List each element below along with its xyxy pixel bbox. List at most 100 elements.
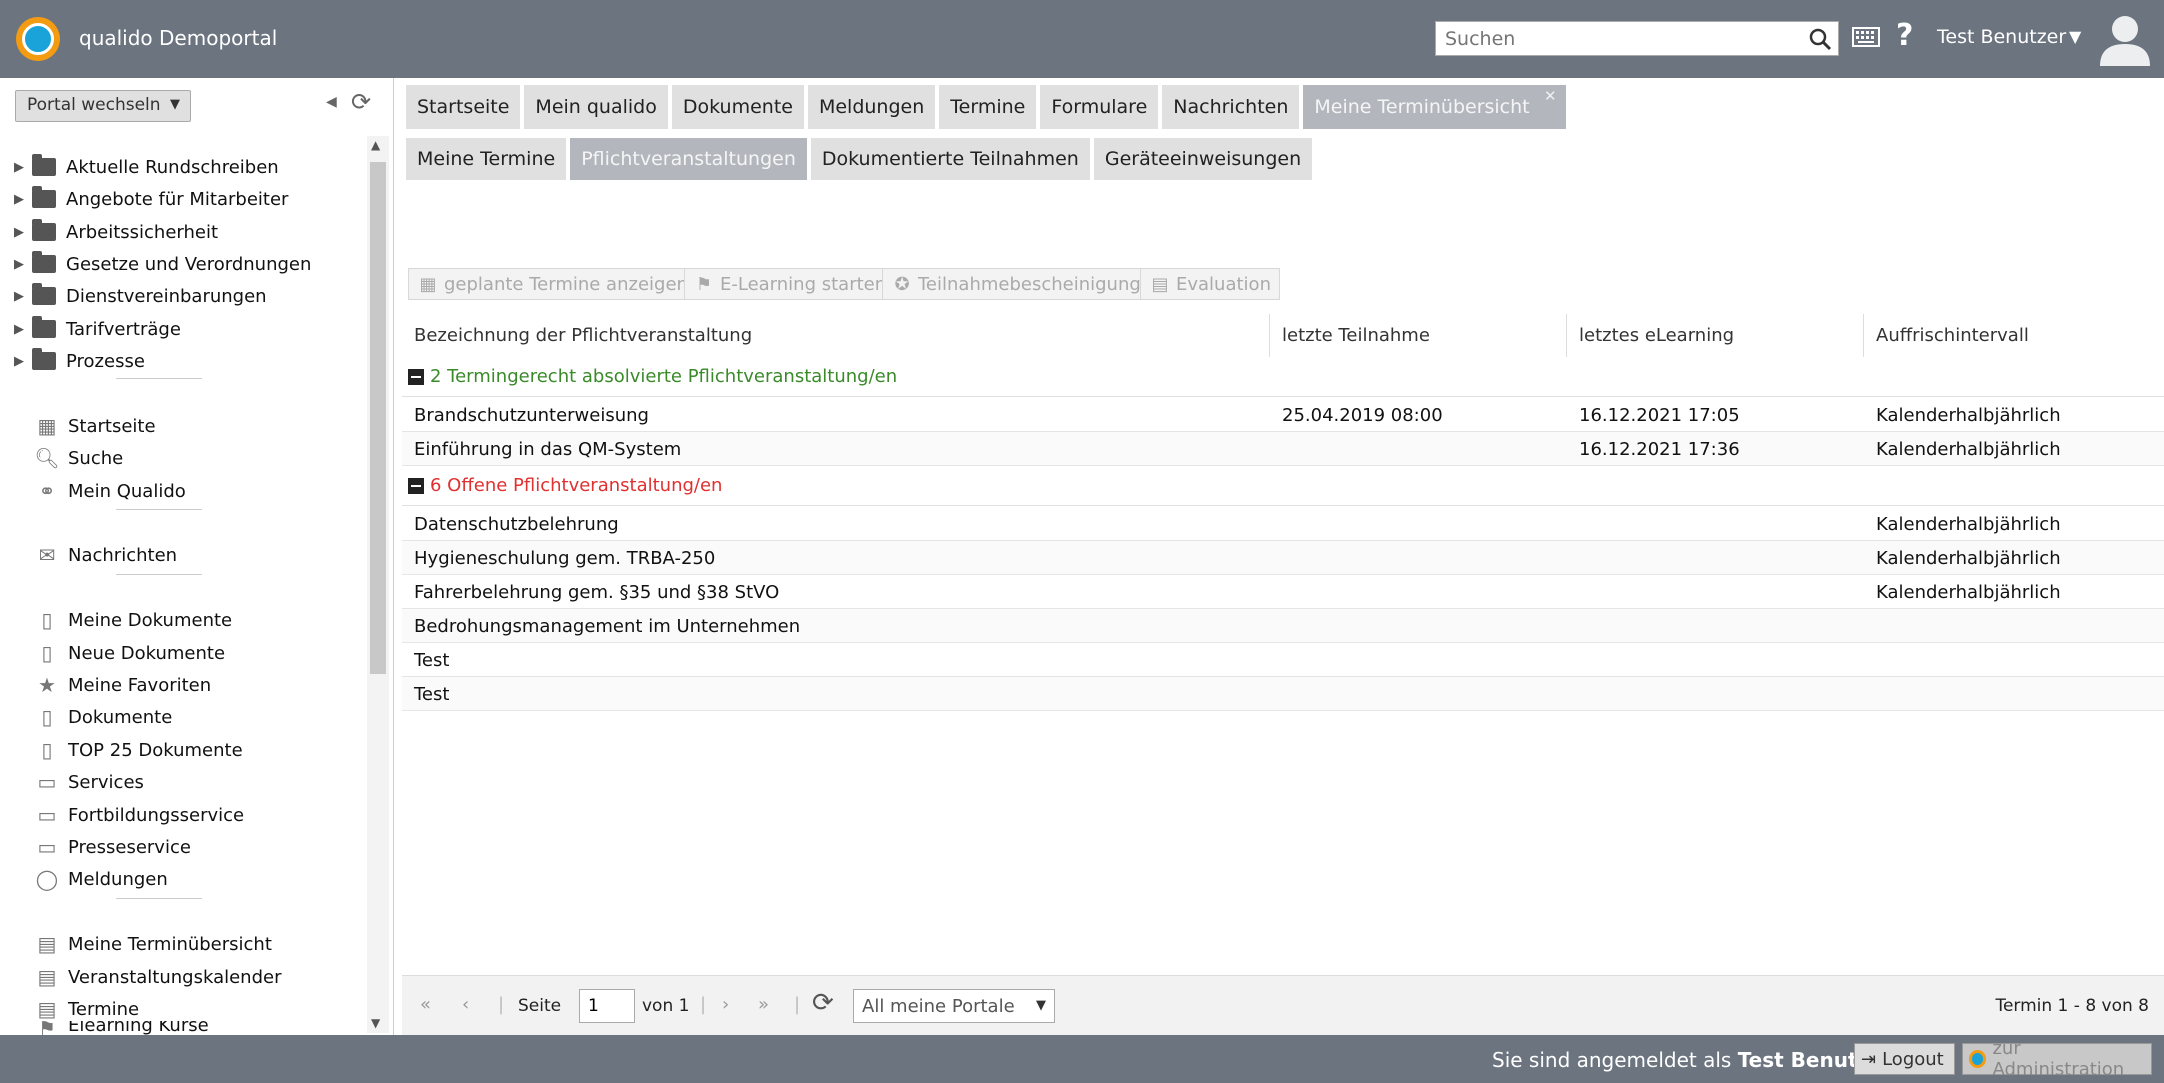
tab-termine[interactable]: Termine [939, 85, 1037, 129]
prev-page-icon[interactable]: ‹ [462, 994, 469, 1015]
table-row[interactable]: Datenschutzbelehrung Kalenderhalbjährlic… [402, 507, 2164, 541]
collapse-left-icon[interactable]: ◀ [326, 94, 337, 110]
collapse-group-icon[interactable] [408, 368, 424, 385]
sidebar-scrollbar[interactable]: ▲ ▼ [367, 136, 389, 1033]
sidebar-item-top25[interactable]: ▯ TOP 25 Dokumente [34, 735, 242, 765]
table-row[interactable]: Bedrohungsmanagement im Unternehmen [402, 609, 2164, 643]
calendar-icon: ▦ [419, 273, 437, 295]
sidebar-item-meldungen[interactable]: ◯ Meldungen [34, 864, 168, 894]
column-header[interactable]: Bezeichnung der Pflichtveranstaltung [402, 314, 1270, 357]
search-input[interactable] [1436, 22, 1806, 55]
sidebar-item-elearning[interactable]: ⚑ Elearning Kurse [34, 1021, 209, 1035]
sidebar-item-services[interactable]: ▭ Services [34, 767, 144, 797]
sidebar-item-termine[interactable]: ▤ Termine [34, 994, 140, 1024]
tab-meine-termine[interactable]: Meine Termine [406, 138, 567, 180]
scroll-down-icon[interactable]: ▼ [371, 1016, 380, 1030]
portal-switch-button[interactable]: Portal wechseln ▼ [15, 90, 191, 122]
sidebar-folder[interactable]: ▶ Tarifverträge [14, 314, 181, 344]
tab-meldungen[interactable]: Meldungen [807, 85, 936, 129]
group-header[interactable]: 2 Termingerecht absolvierte Pflichtveran… [402, 357, 2164, 397]
sidebar-folder[interactable]: ▶ Arbeitssicherheit [14, 217, 218, 247]
page-label: Seite [518, 996, 562, 1016]
column-header[interactable]: Auffrischintervall [1864, 314, 2164, 357]
sidebar-folder[interactable]: ▶ Dienstvereinbarungen [14, 281, 267, 311]
first-page-icon[interactable]: « [420, 994, 431, 1015]
expand-arrow-icon[interactable]: ▶ [14, 354, 32, 369]
sidebar-folder[interactable]: ▶ Gesetze und Verordnungen [14, 249, 311, 279]
login-status: Sie sind angemeldet als Test Benutzer [1492, 1048, 1893, 1072]
sidebar-item-neue-dokumente[interactable]: ▯ Neue Dokumente [34, 638, 225, 668]
toolbar-row: ▦ geplante Termine anzeigen ⚑ E-Learning s… [402, 182, 2164, 308]
sidebar-item-fortbildungsservice[interactable]: ▭ Fortbildungsservice [34, 800, 245, 830]
collapse-group-icon[interactable] [408, 477, 424, 494]
folder-icon [32, 348, 56, 370]
scroll-up-icon[interactable]: ▲ [371, 138, 380, 152]
sidebar-item-meine-dokumente[interactable]: ▯ Meine Dokumente [34, 605, 232, 635]
last-page-icon[interactable]: » [758, 994, 769, 1015]
tab-mein-qualido[interactable]: Mein qualido [524, 85, 668, 129]
admin-button[interactable]: zur Administration [1962, 1038, 2152, 1080]
page-number-input[interactable] [579, 989, 635, 1023]
tab-startseite[interactable]: Startseite [406, 85, 521, 129]
search-box[interactable] [1435, 21, 1839, 56]
column-header[interactable]: letzte Teilnahme [1270, 314, 1567, 357]
column-header[interactable]: letztes eLearning [1567, 314, 1864, 357]
table-row[interactable]: Hygieneschulung gem. TRBA-250 Kalenderha… [402, 541, 2164, 575]
document-icon: ▯ [41, 608, 53, 632]
search-icon[interactable] [1808, 27, 1832, 51]
expand-arrow-icon[interactable]: ▶ [14, 160, 32, 175]
tab-dokumente[interactable]: Dokumente [671, 85, 804, 129]
sidebar-item-meine-terminuebersicht[interactable]: ▤ Meine Terminübersicht [34, 929, 272, 959]
sidebar-item-veranstaltungskalender[interactable]: ▤ Veranstaltungskalender [34, 962, 282, 992]
sidebar-item-presseservice[interactable]: ▭ Presseservice [34, 832, 191, 862]
sidebar-folder[interactable]: ▶ Prozesse [14, 346, 145, 376]
user-menu[interactable]: Test Benutzer [1937, 26, 2066, 48]
table-row[interactable]: Test [402, 643, 2164, 677]
chevron-down-icon[interactable]: ▼ [2069, 27, 2081, 46]
scrollbar-thumb[interactable] [370, 162, 386, 674]
tab-meine-terminuebersicht[interactable]: Meine Terminübersicht ✕ [1303, 85, 1566, 129]
sidebar-item-dokumente[interactable]: ▯ Dokumente [34, 702, 172, 732]
geplante-termine-button[interactable]: ▦ geplante Termine anzeigen [408, 268, 697, 300]
sidebar-folder[interactable]: ▶ Angebote für Mitarbeiter [14, 184, 288, 214]
sidebar-item-startseite[interactable]: ▦ Startseite [34, 411, 156, 441]
keyboard-icon[interactable] [1852, 26, 1880, 48]
refresh-icon[interactable]: ⟳ [351, 88, 371, 116]
evaluation-button[interactable]: ▤ Evaluation [1140, 268, 1280, 300]
tab-geraeteeinweisungen[interactable]: Geräteeinweisungen [1093, 138, 1313, 180]
sidebar-item-label: Meine Dokumente [68, 609, 233, 631]
tab-nachrichten[interactable]: Nachrichten [1162, 85, 1300, 129]
table-row[interactable]: Brandschutzunterweisung 25.04.2019 08:00… [402, 398, 2164, 432]
portal-select[interactable]: All meine Portale ▼ [853, 989, 1055, 1023]
tab-formulare[interactable]: Formulare [1040, 85, 1159, 129]
footer-bar: Sie sind angemeldet als Test Benutzer ⇥ L… [0, 1035, 2164, 1083]
group-header[interactable]: 6 Offene Pflichtveranstaltung/en [402, 466, 2164, 506]
expand-arrow-icon[interactable]: ▶ [14, 322, 32, 337]
elearning-start-button[interactable]: ⚑ E-Learning starten [684, 268, 896, 300]
expand-arrow-icon[interactable]: ▶ [14, 192, 32, 207]
table-row[interactable]: Fahrerbelehrung gem. §35 und §38 StVO Ka… [402, 575, 2164, 609]
logout-button[interactable]: ⇥ Logout [1854, 1043, 1955, 1075]
tab-dokumentierte-teilnahmen[interactable]: Dokumentierte Teilnahmen [810, 138, 1090, 180]
close-icon[interactable]: ✕ [1544, 87, 1557, 105]
sidebar-item-meine-favoriten[interactable]: ★ Meine Favoriten [34, 670, 211, 700]
tab-pflichtveranstaltungen[interactable]: Pflichtveranstaltungen [570, 138, 807, 180]
qualido-logo-icon[interactable] [16, 17, 60, 61]
refresh-icon[interactable]: ⟳ [812, 988, 834, 1018]
button-label: Evaluation [1176, 273, 1271, 295]
expand-arrow-icon[interactable]: ▶ [14, 257, 32, 272]
expand-arrow-icon[interactable]: ▶ [14, 289, 32, 304]
next-page-icon[interactable]: › [722, 994, 729, 1015]
page-of-label: von 1 [642, 996, 690, 1016]
sidebar-item-nachrichten[interactable]: ✉ Nachrichten [34, 540, 177, 570]
table-cell: Kalenderhalbjährlich [1876, 513, 2061, 535]
teilnahmebescheinigung-button[interactable]: ✪ Teilnahmebescheinigung [882, 268, 1150, 300]
help-icon[interactable]: ? [1896, 18, 1913, 53]
avatar[interactable] [2098, 12, 2152, 66]
expand-arrow-icon[interactable]: ▶ [14, 225, 32, 240]
sidebar-folder[interactable]: ▶ Aktuelle Rundschreiben [14, 152, 279, 182]
sidebar-item-suche[interactable]: 🔍︎ Suche [34, 443, 123, 473]
table-row[interactable]: Einführung in das QM-System 16.12.2021 1… [402, 432, 2164, 466]
sidebar-item-mein-qualido[interactable]: ⚭ Mein Qualido [34, 476, 186, 506]
table-row[interactable]: Test [402, 677, 2164, 711]
